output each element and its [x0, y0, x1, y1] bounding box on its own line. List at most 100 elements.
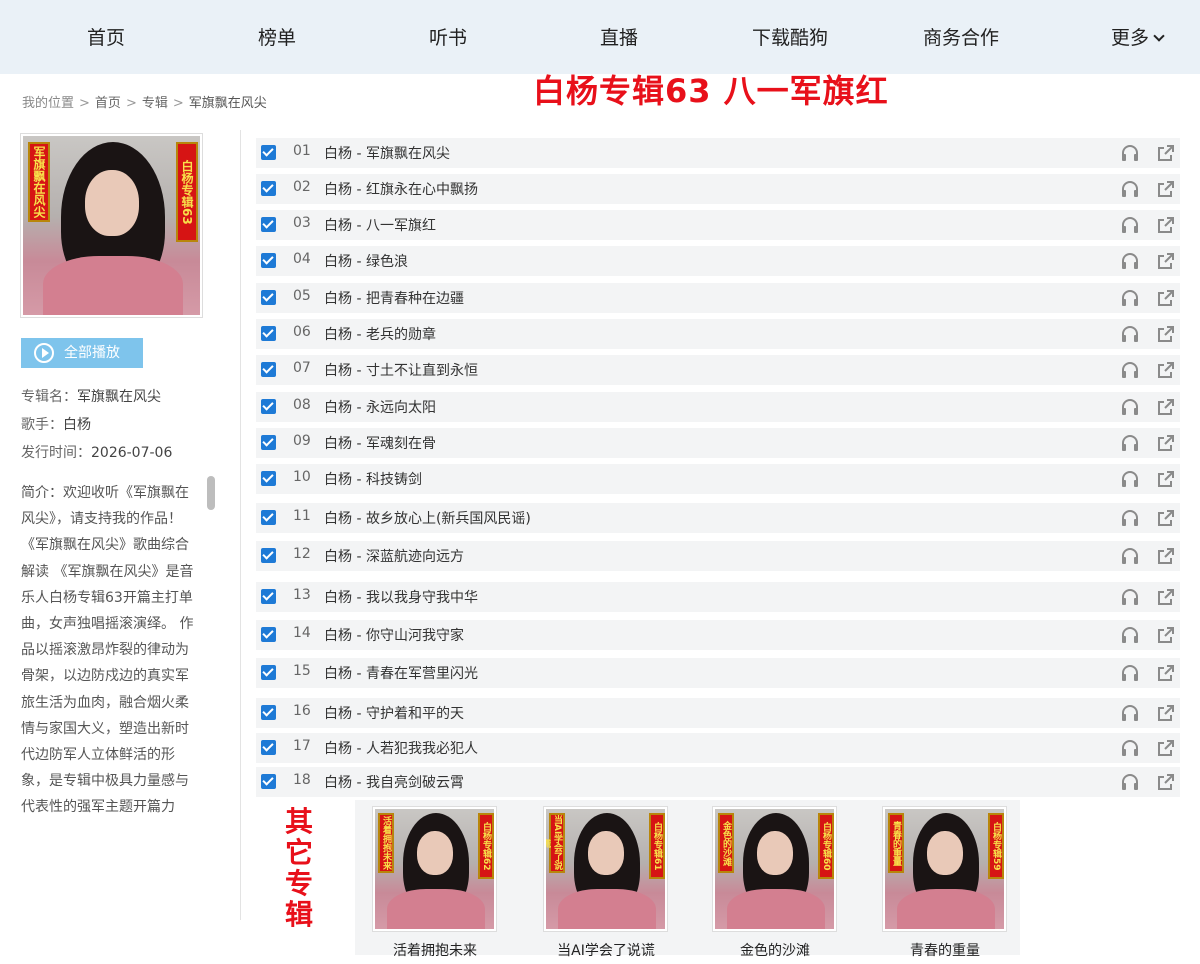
track-row[interactable]: 15 白杨 - 青春在军营里闪光	[256, 658, 1180, 688]
track-row[interactable]: 03 白杨 - 八一军旗红	[256, 210, 1180, 240]
track-checkbox[interactable]	[261, 435, 276, 450]
track-row[interactable]: 04 白杨 - 绿色浪	[256, 246, 1180, 276]
nav-item-download[interactable]: 下载酷狗	[752, 24, 828, 52]
track-checkbox[interactable]	[261, 181, 276, 196]
track-row[interactable]: 07 白杨 - 寸土不让直到永恒	[256, 355, 1180, 385]
breadcrumb-albums[interactable]: 专辑	[142, 96, 168, 111]
headphones-icon[interactable]	[1120, 547, 1140, 565]
other-album-cover[interactable]: 青春的重量 白杨专辑59	[882, 806, 1007, 932]
headphones-icon[interactable]	[1120, 704, 1140, 722]
headphones-icon[interactable]	[1120, 664, 1140, 682]
share-icon[interactable]	[1156, 325, 1176, 343]
headphones-icon[interactable]	[1120, 252, 1140, 270]
track-title[interactable]: 白杨 - 寸土不让直到永恒	[324, 360, 478, 380]
share-icon[interactable]	[1156, 434, 1176, 452]
headphones-icon[interactable]	[1120, 216, 1140, 234]
singer-value[interactable]: 白杨	[63, 417, 91, 433]
track-checkbox[interactable]	[261, 253, 276, 268]
track-checkbox[interactable]	[261, 362, 276, 377]
share-icon[interactable]	[1156, 216, 1176, 234]
share-icon[interactable]	[1156, 704, 1176, 722]
share-icon[interactable]	[1156, 547, 1176, 565]
headphones-icon[interactable]	[1120, 398, 1140, 416]
track-row[interactable]: 14 白杨 - 你守山河我守家	[256, 620, 1180, 650]
track-checkbox[interactable]	[261, 145, 276, 160]
headphones-icon[interactable]	[1120, 180, 1140, 198]
share-icon[interactable]	[1156, 626, 1176, 644]
track-title[interactable]: 白杨 - 人若犯我我必犯人	[324, 738, 478, 758]
track-title[interactable]: 白杨 - 深蓝航迹向远方	[324, 546, 464, 566]
headphones-icon[interactable]	[1120, 325, 1140, 343]
nav-item-live[interactable]: 直播	[600, 24, 638, 52]
share-icon[interactable]	[1156, 144, 1176, 162]
track-checkbox[interactable]	[261, 627, 276, 642]
track-title[interactable]: 白杨 - 你守山河我守家	[324, 625, 464, 645]
track-checkbox[interactable]	[261, 740, 276, 755]
track-title[interactable]: 白杨 - 故乡放心上(新兵国风民谣)	[324, 508, 531, 528]
other-album-cover[interactable]: 当AI学会了说谎 白杨专辑61	[543, 806, 668, 932]
other-album-name[interactable]: 当AI学会了说谎	[531, 940, 681, 960]
track-row[interactable]: 02 白杨 - 红旗永在心中飘扬	[256, 174, 1180, 204]
share-icon[interactable]	[1156, 773, 1176, 791]
track-title[interactable]: 白杨 - 我以我身守我中华	[324, 587, 478, 607]
nav-more-button[interactable]: 更多	[1111, 24, 1165, 52]
track-row[interactable]: 05 白杨 - 把青春种在边疆	[256, 283, 1180, 313]
share-icon[interactable]	[1156, 180, 1176, 198]
headphones-icon[interactable]	[1120, 361, 1140, 379]
track-row[interactable]: 01 白杨 - 军旗飘在风尖	[256, 138, 1180, 168]
share-icon[interactable]	[1156, 509, 1176, 527]
share-icon[interactable]	[1156, 588, 1176, 606]
intro-scrollbar[interactable]	[207, 476, 215, 510]
headphones-icon[interactable]	[1120, 289, 1140, 307]
track-row[interactable]: 09 白杨 - 军魂刻在骨	[256, 428, 1180, 458]
track-checkbox[interactable]	[261, 217, 276, 232]
track-checkbox[interactable]	[261, 326, 276, 341]
track-row[interactable]: 08 白杨 - 永远向太阳	[256, 392, 1180, 422]
track-checkbox[interactable]	[261, 705, 276, 720]
track-checkbox[interactable]	[261, 774, 276, 789]
share-icon[interactable]	[1156, 252, 1176, 270]
headphones-icon[interactable]	[1120, 470, 1140, 488]
headphones-icon[interactable]	[1120, 739, 1140, 757]
other-album-name[interactable]: 金色的沙滩	[700, 940, 850, 960]
track-title[interactable]: 白杨 - 军魂刻在骨	[324, 433, 436, 453]
breadcrumb-home[interactable]: 首页	[95, 96, 121, 111]
other-album-name[interactable]: 活着拥抱未来	[360, 940, 510, 960]
track-checkbox[interactable]	[261, 548, 276, 563]
track-title[interactable]: 白杨 - 我自亮剑破云霄	[324, 772, 464, 792]
nav-item-charts[interactable]: 榜单	[258, 24, 296, 52]
track-row[interactable]: 11 白杨 - 故乡放心上(新兵国风民谣)	[256, 503, 1180, 533]
headphones-icon[interactable]	[1120, 509, 1140, 527]
track-title[interactable]: 白杨 - 科技铸剑	[324, 469, 422, 489]
share-icon[interactable]	[1156, 361, 1176, 379]
track-title[interactable]: 白杨 - 青春在军营里闪光	[324, 663, 478, 683]
share-icon[interactable]	[1156, 470, 1176, 488]
headphones-icon[interactable]	[1120, 434, 1140, 452]
track-checkbox[interactable]	[261, 399, 276, 414]
nav-item-business[interactable]: 商务合作	[923, 24, 999, 52]
track-row[interactable]: 13 白杨 - 我以我身守我中华	[256, 582, 1180, 612]
nav-item-home[interactable]: 首页	[87, 24, 125, 52]
track-row[interactable]: 18 白杨 - 我自亮剑破云霄	[256, 767, 1180, 797]
track-row[interactable]: 12 白杨 - 深蓝航迹向远方	[256, 541, 1180, 571]
headphones-icon[interactable]	[1120, 588, 1140, 606]
share-icon[interactable]	[1156, 398, 1176, 416]
track-title[interactable]: 白杨 - 把青春种在边疆	[324, 288, 464, 308]
track-title[interactable]: 白杨 - 绿色浪	[324, 251, 408, 271]
track-row[interactable]: 06 白杨 - 老兵的勋章	[256, 319, 1180, 349]
track-title[interactable]: 白杨 - 八一军旗红	[324, 215, 436, 235]
track-checkbox[interactable]	[261, 589, 276, 604]
track-title[interactable]: 白杨 - 军旗飘在风尖	[324, 143, 450, 163]
headphones-icon[interactable]	[1120, 144, 1140, 162]
headphones-icon[interactable]	[1120, 626, 1140, 644]
track-row[interactable]: 17 白杨 - 人若犯我我必犯人	[256, 733, 1180, 763]
track-checkbox[interactable]	[261, 471, 276, 486]
track-checkbox[interactable]	[261, 665, 276, 680]
track-title[interactable]: 白杨 - 老兵的勋章	[324, 324, 436, 344]
headphones-icon[interactable]	[1120, 773, 1140, 791]
share-icon[interactable]	[1156, 289, 1176, 307]
other-album-cover[interactable]: 活着拥抱未来 白杨专辑62	[372, 806, 497, 932]
other-album-name[interactable]: 青春的重量	[870, 940, 1020, 960]
track-title[interactable]: 白杨 - 守护着和平的天	[324, 703, 464, 723]
track-row[interactable]: 10 白杨 - 科技铸剑	[256, 464, 1180, 494]
